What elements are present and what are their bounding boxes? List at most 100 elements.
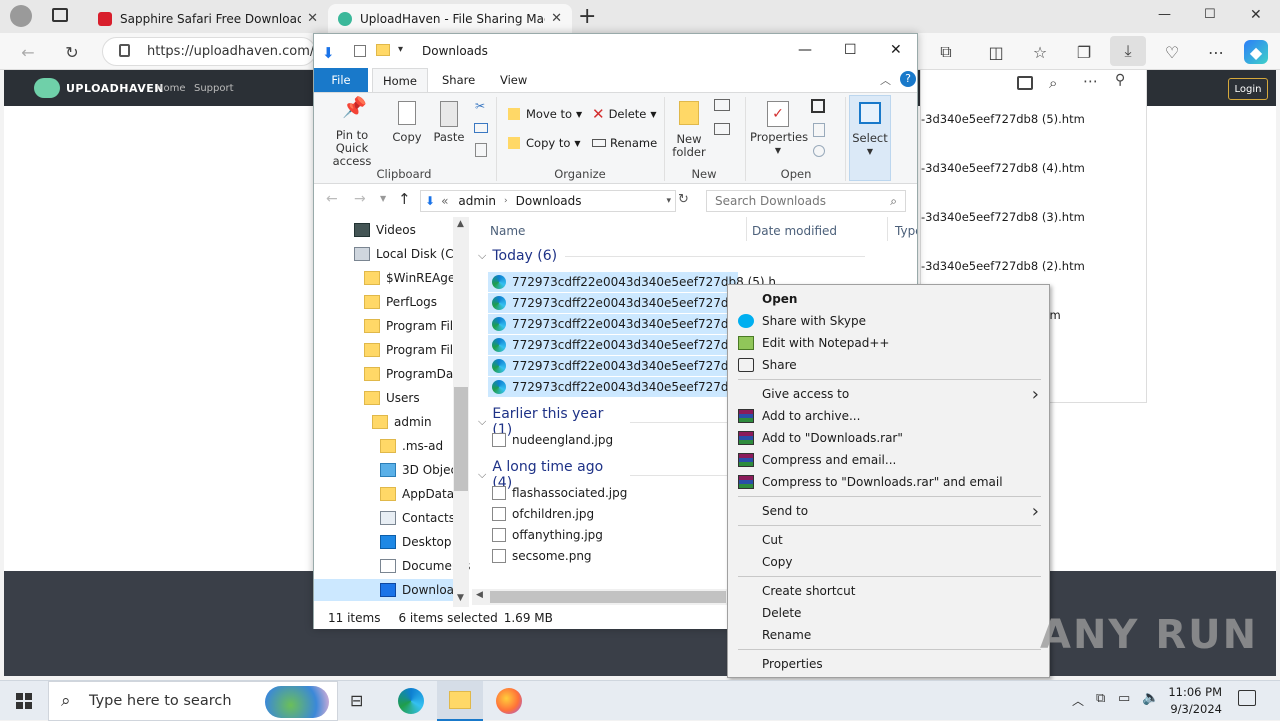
menu-item-add-to-archive[interactable]: Add to archive... bbox=[728, 405, 1049, 427]
file-row[interactable]: 772973cdff22e0043d340e5eef727db8 (5).h bbox=[488, 272, 776, 292]
profile-avatar[interactable] bbox=[10, 5, 32, 27]
column-name[interactable]: Name bbox=[490, 224, 525, 238]
open-icon[interactable] bbox=[811, 99, 825, 113]
nav-item-desktop[interactable]: Desktop bbox=[380, 531, 454, 553]
search-input[interactable]: Search Downloads ⌕ bbox=[706, 190, 906, 212]
file-row[interactable]: 772973cdff22e0043d340e5eef727db8 (4).h bbox=[488, 293, 776, 313]
search-icon[interactable]: ⌕ bbox=[1049, 74, 1057, 92]
nav-home[interactable]: Home bbox=[156, 83, 186, 94]
download-item[interactable]: -3d340e5eef727db8 (3).htm bbox=[921, 210, 1085, 224]
notification-center-icon[interactable] bbox=[1238, 690, 1256, 706]
maximize-button[interactable]: ☐ bbox=[1204, 7, 1216, 22]
up-icon[interactable]: ↑ bbox=[398, 190, 411, 208]
close-button[interactable]: ✕ bbox=[1250, 7, 1262, 23]
back-icon[interactable]: ← bbox=[16, 40, 40, 64]
file-row[interactable]: 772973cdff22e0043d340e5eef727db8 (3).h bbox=[488, 314, 776, 334]
delete-button[interactable]: ✕ Delete ▼ bbox=[592, 105, 657, 123]
menu-item-properties[interactable]: Properties bbox=[728, 653, 1049, 675]
menu-item-share[interactable]: Share bbox=[728, 354, 1049, 376]
back-icon[interactable]: ← bbox=[326, 191, 338, 207]
path-segment-downloads[interactable]: Downloads bbox=[516, 194, 582, 208]
menu-item-give-access-to[interactable]: Give access to › bbox=[728, 383, 1049, 405]
menu-item-add-to-downloads-rar[interactable]: Add to "Downloads.rar" bbox=[728, 427, 1049, 449]
menu-item-edit-with-notepad[interactable]: Edit with Notepad++ bbox=[728, 332, 1049, 354]
history-icon[interactable] bbox=[813, 145, 825, 157]
menu-item-open[interactable]: Open bbox=[728, 288, 1049, 310]
close-button[interactable]: ✕ bbox=[890, 42, 902, 58]
file-row[interactable]: 772973cdff22e0043d340e5eef727db8.htm bbox=[488, 377, 772, 397]
file-row[interactable]: 772973cdff22e0043d340e5eef727db8 (1).h bbox=[488, 356, 776, 376]
downloads-icon[interactable]: ⤓ bbox=[1110, 36, 1146, 66]
easy-access-icon[interactable] bbox=[714, 123, 730, 135]
menu-item-delete[interactable]: Delete bbox=[728, 602, 1049, 624]
group-header[interactable]: ⌵ Today (6) bbox=[478, 248, 865, 264]
tab-share[interactable]: Share bbox=[432, 68, 485, 92]
forward-icon[interactable]: → bbox=[354, 191, 366, 207]
tab-close-icon[interactable]: ✕ bbox=[307, 11, 318, 26]
horizontal-scrollbar[interactable]: ◀ bbox=[472, 589, 732, 605]
new-tab-button[interactable]: + bbox=[578, 4, 596, 29]
rename-button[interactable]: Rename bbox=[592, 136, 657, 150]
menu-item-cut[interactable]: Cut bbox=[728, 529, 1049, 551]
customize-qa-icon[interactable]: ▾ bbox=[398, 44, 403, 55]
more-options-icon[interactable]: ⋯ bbox=[1083, 72, 1098, 90]
cut-icon[interactable]: ✂ bbox=[475, 99, 485, 113]
network-device-icon[interactable]: ⧉ bbox=[1096, 691, 1105, 706]
nav-item-local-disk-c[interactable]: Local Disk (C:) bbox=[354, 243, 462, 265]
file-row[interactable]: nudeengland.jpg bbox=[488, 430, 738, 450]
edit-icon[interactable] bbox=[813, 123, 825, 137]
properties-button[interactable]: ✓ Properties ▼ bbox=[750, 101, 808, 157]
nav-scrollbar[interactable]: ▲ ▼ bbox=[453, 217, 469, 607]
column-type[interactable]: Type bbox=[895, 224, 917, 238]
settings-more-icon[interactable]: ⋯ bbox=[1204, 40, 1228, 64]
pin-icon[interactable]: ⚲ bbox=[1115, 72, 1125, 88]
address-bar[interactable]: https://uploadhaven.com/c bbox=[102, 37, 316, 66]
extensions-icon[interactable]: ⧉ bbox=[934, 40, 958, 64]
clock-date[interactable]: 9/3/2024 bbox=[1160, 702, 1222, 716]
file-row[interactable]: secsome.png bbox=[488, 546, 738, 566]
path-dropdown-icon[interactable]: ▾ bbox=[666, 196, 671, 206]
menu-item-compress-to-downloads-rar-and-email[interactable]: Compress to "Downloads.rar" and email bbox=[728, 471, 1049, 493]
nav-item-contacts[interactable]: Contacts bbox=[380, 507, 455, 529]
move-to-button[interactable]: Move to ▼ bbox=[508, 107, 582, 121]
menu-item-copy[interactable]: Copy bbox=[728, 551, 1049, 573]
nav-item-programdata[interactable]: ProgramData bbox=[364, 363, 465, 385]
split-screen-icon[interactable]: ◫ bbox=[984, 40, 1008, 64]
favorites-icon[interactable]: ☆ bbox=[1028, 40, 1052, 64]
download-item[interactable]: -3d340e5eef727db8 (4).htm bbox=[921, 161, 1085, 175]
refresh-icon[interactable]: ↻ bbox=[678, 192, 689, 207]
minimize-button[interactable]: — bbox=[1158, 7, 1171, 22]
network-icon[interactable]: ▭ bbox=[1118, 691, 1130, 706]
nav-support[interactable]: Support bbox=[194, 83, 234, 94]
paste-button[interactable]: Paste bbox=[432, 101, 466, 144]
column-date-modified[interactable]: Date modified bbox=[752, 224, 837, 238]
nav-item-program-files[interactable]: Program Files bbox=[364, 315, 467, 337]
menu-item-rename[interactable]: Rename bbox=[728, 624, 1049, 646]
nav-item-appdata[interactable]: AppData bbox=[380, 483, 454, 505]
show-hidden-icons[interactable]: ︿ bbox=[1072, 692, 1084, 709]
nav-item-videos[interactable]: Videos bbox=[354, 219, 454, 241]
minimize-button[interactable]: — bbox=[798, 42, 812, 58]
open-folder-icon[interactable] bbox=[1017, 76, 1033, 90]
properties-qa-icon[interactable] bbox=[354, 45, 366, 57]
nav-item-3d-objects[interactable]: 3D Objects bbox=[380, 459, 468, 481]
copy-path-icon[interactable] bbox=[474, 123, 488, 133]
nav-item-winreagent[interactable]: $WinREAgent bbox=[364, 267, 468, 289]
select-button[interactable]: Select ▼ bbox=[849, 95, 891, 181]
collections-icon[interactable]: ❐ bbox=[1072, 40, 1096, 64]
file-row[interactable]: 772973cdff22e0043d340e5eef727db8 (2).h bbox=[488, 335, 776, 355]
firefox-taskbar-icon[interactable] bbox=[496, 688, 522, 714]
clock-time[interactable]: 11:06 PM bbox=[1160, 685, 1222, 699]
maximize-button[interactable]: ☐ bbox=[844, 42, 857, 58]
explorer-taskbar-icon[interactable] bbox=[437, 681, 483, 721]
taskbar-search[interactable]: ⌕ Type here to search bbox=[48, 681, 338, 721]
nav-item-admin[interactable]: admin bbox=[372, 411, 454, 433]
tab-home[interactable]: Home bbox=[372, 68, 428, 92]
file-row[interactable]: flashassociated.jpg bbox=[488, 483, 738, 503]
file-row[interactable]: ofchildren.jpg bbox=[488, 504, 738, 524]
nav-item-ms-ad[interactable]: .ms-ad bbox=[380, 435, 454, 457]
download-item[interactable]: -3d340e5eef727db8 (5).htm bbox=[921, 112, 1085, 126]
tab-actions-icon[interactable] bbox=[52, 8, 68, 22]
task-view-icon[interactable]: ⊟ bbox=[350, 691, 363, 710]
menu-item-create-shortcut[interactable]: Create shortcut bbox=[728, 580, 1049, 602]
